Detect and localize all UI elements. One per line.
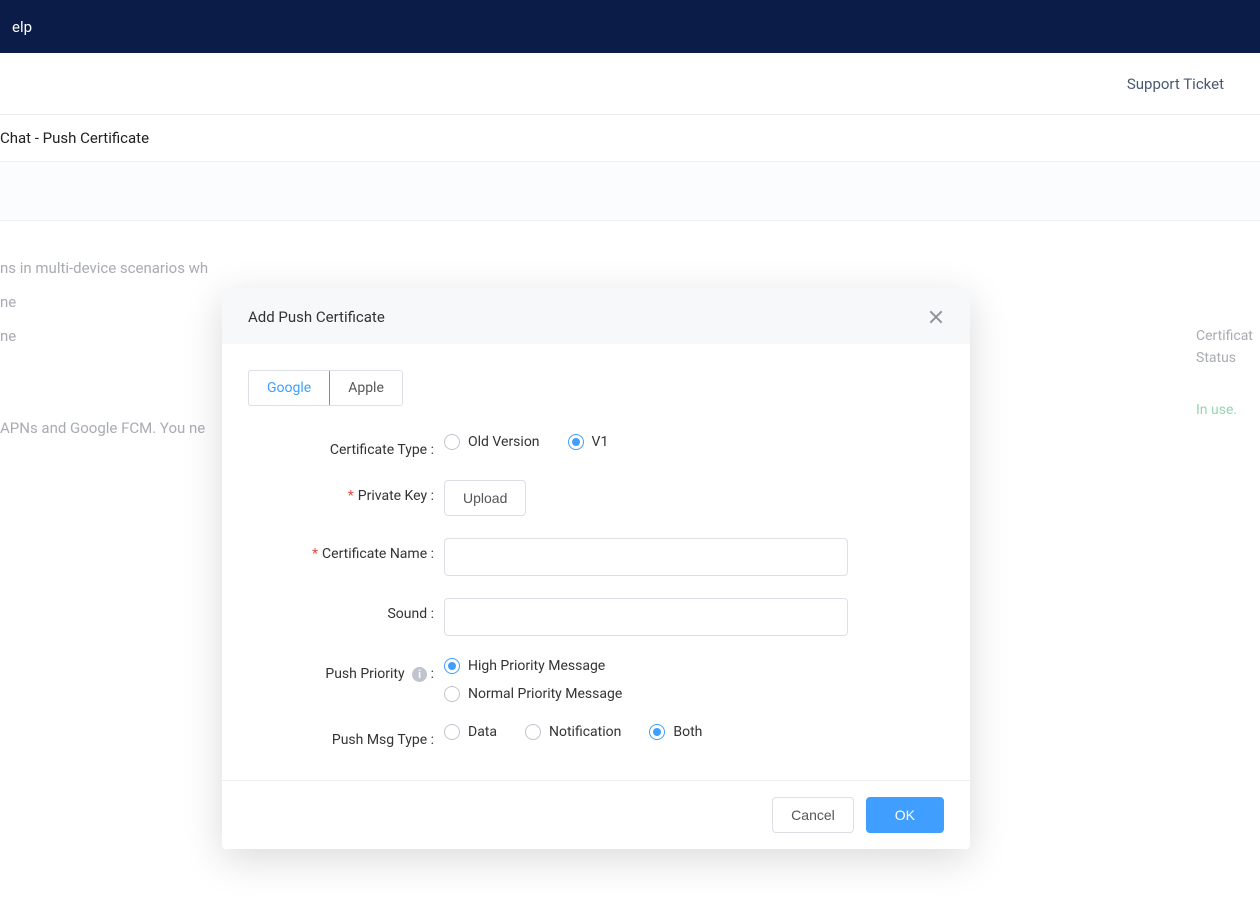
row-push-msg-type: Push Msg Type : Data Notification Both — [248, 724, 944, 748]
label-sound: Sound : — [248, 598, 444, 622]
label-push-priority: Push Priority i : — [248, 658, 444, 682]
modal-footer: Cancel OK — [222, 780, 970, 849]
cancel-button[interactable]: Cancel — [772, 797, 854, 833]
add-push-certificate-modal: Add Push Certificate Google Apple Certif… — [222, 288, 970, 849]
row-sound: Sound : — [248, 598, 944, 636]
vendor-tabs: Google Apple — [248, 370, 403, 406]
row-private-key: *Private Key : Upload — [248, 480, 944, 516]
tab-apple[interactable]: Apple — [329, 371, 402, 405]
row-certificate-name: *Certificate Name : — [248, 538, 944, 576]
radio-high-priority[interactable]: High Priority Message — [444, 658, 622, 674]
radio-dot-icon — [568, 434, 584, 450]
radio-normal-priority[interactable]: Normal Priority Message — [444, 686, 622, 702]
modal-header: Add Push Certificate — [222, 288, 970, 344]
certificate-name-input[interactable] — [444, 538, 848, 576]
radio-dot-icon — [525, 724, 541, 740]
row-certificate-type: Certificate Type : Old Version V1 — [248, 434, 944, 458]
tab-google[interactable]: Google — [248, 370, 330, 406]
certificate-type-options: Old Version V1 — [444, 434, 944, 450]
label-certificate-type: Certificate Type : — [248, 434, 444, 458]
radio-dot-icon — [444, 658, 460, 674]
modal-title: Add Push Certificate — [248, 308, 385, 326]
radio-notification[interactable]: Notification — [525, 724, 621, 740]
modal-body: Google Apple Certificate Type : Old Vers… — [222, 344, 970, 780]
radio-data[interactable]: Data — [444, 724, 497, 740]
radio-dot-icon — [444, 686, 460, 702]
radio-v1[interactable]: V1 — [568, 434, 609, 450]
label-certificate-name: *Certificate Name : — [248, 538, 444, 562]
info-icon: i — [412, 667, 427, 682]
upload-button[interactable]: Upload — [444, 480, 526, 516]
label-private-key: *Private Key : — [248, 480, 444, 504]
row-push-priority: Push Priority i : High Priority Message … — [248, 658, 944, 702]
radio-old-version[interactable]: Old Version — [444, 434, 540, 450]
push-msg-type-options: Data Notification Both — [444, 724, 944, 740]
radio-both[interactable]: Both — [649, 724, 702, 740]
label-push-msg-type: Push Msg Type : — [248, 724, 444, 748]
radio-dot-icon — [444, 724, 460, 740]
modal-overlay: Add Push Certificate Google Apple Certif… — [0, 0, 1260, 901]
sound-input[interactable] — [444, 598, 848, 636]
close-icon[interactable] — [928, 309, 944, 325]
ok-button[interactable]: OK — [866, 797, 944, 833]
radio-dot-icon — [649, 724, 665, 740]
radio-dot-icon — [444, 434, 460, 450]
